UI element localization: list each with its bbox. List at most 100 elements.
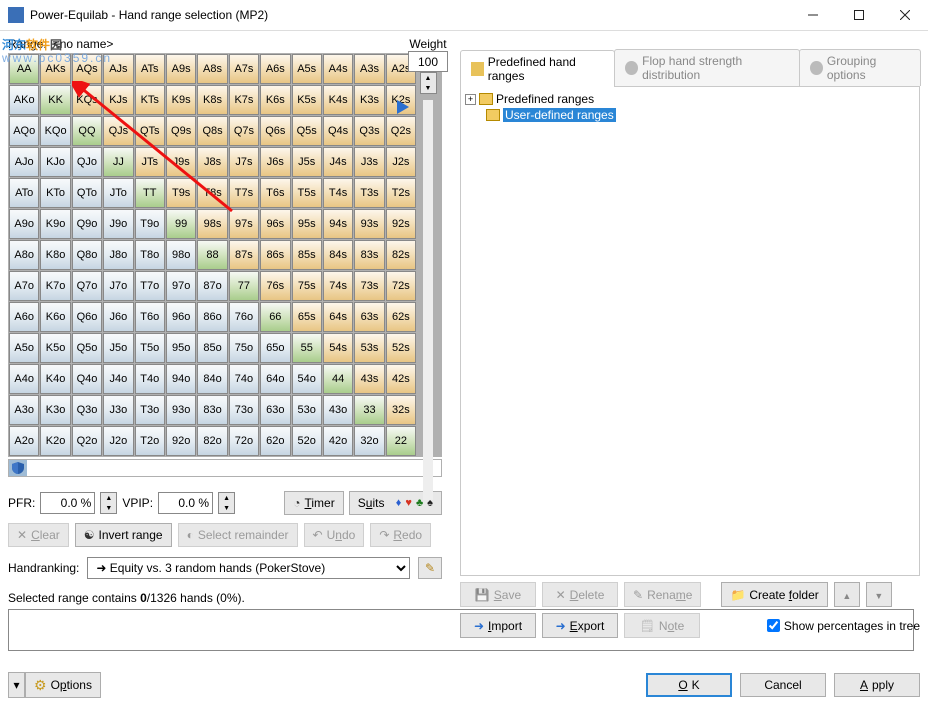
hand-cell[interactable]: T8o [135,240,165,270]
hand-cell[interactable]: K3s [354,85,384,115]
hand-cell[interactable]: 77 [229,271,259,301]
hand-cell[interactable]: A7o [9,271,39,301]
hand-cell[interactable]: 93o [166,395,196,425]
hand-cell[interactable]: J7o [103,271,133,301]
hand-cell[interactable]: KJs [103,85,133,115]
range-tree[interactable]: + Predefined ranges User-defined ranges [460,87,920,576]
hand-cell[interactable]: 84o [197,364,227,394]
hand-cell[interactable]: K8o [40,240,70,270]
hand-cell[interactable]: J9s [166,147,196,177]
tab-flop-hand-strength[interactable]: Flop hand strength distribution [614,49,800,86]
hand-cell[interactable]: 76o [229,302,259,332]
hand-cell[interactable]: KTo [40,178,70,208]
hand-cell[interactable]: 54o [292,364,322,394]
handranking-select[interactable]: ➜ Equity vs. 3 random hands (PokerStove) [87,557,410,579]
hand-cell[interactable]: Q9o [72,209,102,239]
hand-cell[interactable]: A6s [260,54,290,84]
hand-cell[interactable]: A3s [354,54,384,84]
hand-cell[interactable]: Q4o [72,364,102,394]
hand-cell[interactable]: KQs [72,85,102,115]
hand-cell[interactable]: Q9s [166,116,196,146]
hand-cell[interactable]: QTo [72,178,102,208]
hand-cell[interactable]: J2o [103,426,133,456]
hand-cell[interactable]: T9s [166,178,196,208]
hand-cell[interactable]: 98o [166,240,196,270]
hand-cell[interactable]: TT [135,178,165,208]
hand-cell[interactable]: K9s [166,85,196,115]
apply-button[interactable]: Apply [834,673,920,697]
hand-cell[interactable]: A7s [229,54,259,84]
invert-range-button[interactable]: Invert range [75,523,172,547]
hand-cell[interactable]: AQo [9,116,39,146]
hand-cell[interactable]: A2o [9,426,39,456]
hand-cell[interactable]: Q4s [323,116,353,146]
hand-cell[interactable]: J3s [354,147,384,177]
hand-cell[interactable]: 74o [229,364,259,394]
hand-cell[interactable]: 99 [166,209,196,239]
expand-toggle[interactable]: + [465,94,476,105]
tab-grouping-options[interactable]: Grouping options [799,49,921,86]
hand-cell[interactable]: A4s [323,54,353,84]
hand-cell[interactable]: 97s [229,209,259,239]
hand-cell[interactable]: J6s [260,147,290,177]
hand-cell[interactable]: 96s [260,209,290,239]
hand-cell[interactable]: T6s [260,178,290,208]
weight-input[interactable] [408,51,448,72]
hand-cell[interactable]: 94s [323,209,353,239]
hand-cell[interactable]: K6o [40,302,70,332]
hand-cell[interactable]: Q3o [72,395,102,425]
hand-cell[interactable]: 44 [323,364,353,394]
hand-cell[interactable]: A9o [9,209,39,239]
pfr-input[interactable] [40,492,95,514]
note-button[interactable]: Note [624,613,700,638]
weight-slider-thumb[interactable] [397,100,417,117]
hand-cell[interactable]: J4s [323,147,353,177]
hand-cell[interactable]: KK [40,85,70,115]
hand-cell[interactable]: A8s [197,54,227,84]
hand-cell[interactable]: AKs [40,54,70,84]
hand-cell[interactable]: K5s [292,85,322,115]
hand-cell[interactable]: ATs [135,54,165,84]
clear-button[interactable]: Clear [8,523,69,547]
hand-cell[interactable]: 62o [260,426,290,456]
hand-cell[interactable]: 65s [292,302,322,332]
hand-cell[interactable]: AJs [103,54,133,84]
hand-cell[interactable]: 32o [354,426,384,456]
hand-cell[interactable]: J8o [103,240,133,270]
hand-cell[interactable]: 64o [260,364,290,394]
minimize-button[interactable] [790,0,836,30]
hand-cell[interactable]: 95o [166,333,196,363]
hand-cell[interactable]: 55 [292,333,322,363]
hand-cell[interactable]: K4o [40,364,70,394]
hand-cell[interactable]: JTo [103,178,133,208]
hand-cell[interactable]: T8s [197,178,227,208]
tree-user-defined[interactable]: User-defined ranges [465,107,915,123]
hand-cell[interactable]: 92o [166,426,196,456]
hand-cell[interactable]: T6o [135,302,165,332]
hand-cell[interactable]: AQs [72,54,102,84]
hand-cell[interactable]: JJ [103,147,133,177]
hand-cell[interactable]: Q8o [72,240,102,270]
hand-cell[interactable]: J9o [103,209,133,239]
hand-cell[interactable]: 54s [323,333,353,363]
hand-cell[interactable]: J7s [229,147,259,177]
delete-button[interactable]: Delete [542,582,618,607]
hand-cell[interactable]: 75s [292,271,322,301]
hand-cell[interactable]: J6o [103,302,133,332]
hand-cell[interactable]: 42o [323,426,353,456]
ok-button[interactable]: OK [646,673,732,697]
hand-cell[interactable]: T5s [292,178,322,208]
hand-cell[interactable]: 95s [292,209,322,239]
hand-cell[interactable]: 75o [229,333,259,363]
hand-cell[interactable]: AKo [9,85,39,115]
create-folder-button[interactable]: Create folder [721,582,827,607]
hand-cell[interactable]: T3s [354,178,384,208]
import-button[interactable]: Import [460,613,536,638]
rename-button[interactable]: Rename [624,582,701,607]
cancel-button[interactable]: Cancel [740,673,826,697]
save-button[interactable]: Save [460,582,536,607]
maximize-button[interactable] [836,0,882,30]
hand-cell[interactable]: A9s [166,54,196,84]
hand-cell[interactable]: 73s [354,271,384,301]
hand-cell[interactable]: K6s [260,85,290,115]
